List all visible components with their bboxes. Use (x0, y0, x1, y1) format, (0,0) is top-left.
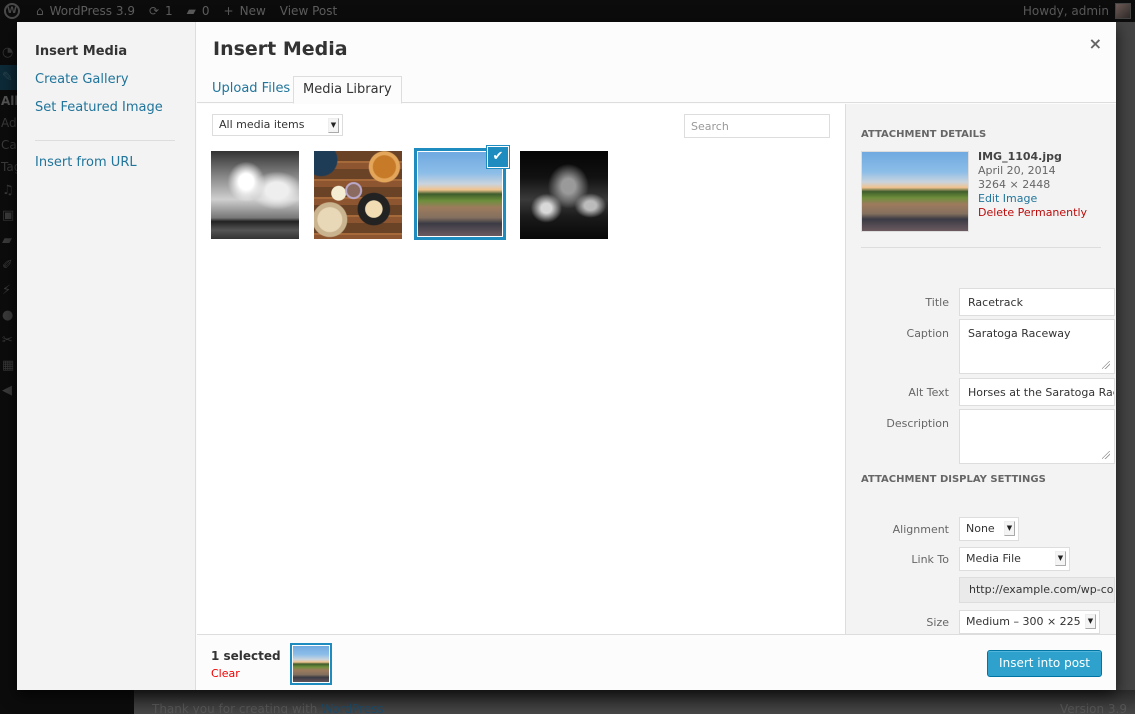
chevron-down-icon: ▼ (1004, 521, 1015, 536)
media-router-tabs: Upload Files Media Library (197, 76, 1116, 104)
background-overlay (1116, 22, 1135, 690)
alt-text-label: Alt Text (908, 386, 949, 399)
resize-grip-icon[interactable] (1102, 451, 1110, 459)
howdy-text: Howdy, admin (1022, 4, 1109, 18)
menu-separator (35, 140, 175, 141)
admin-submenu-item[interactable]: Tag (0, 156, 17, 178)
attachment-thumbnail[interactable] (314, 151, 402, 239)
caption-field[interactable]: Saratoga Raceway (959, 319, 1115, 374)
size-label: Size (926, 616, 949, 629)
check-icon[interactable]: ✔ (487, 146, 509, 168)
appearance-icon[interactable]: ✐ (0, 253, 17, 278)
admin-submenu-item[interactable]: Cat (0, 134, 17, 156)
admin-bar: W ⌂ WordPress 3.9 ⟳ 1 ▰ 0 + New View Post Ho… (0, 0, 1135, 22)
attachment-date: April 20, 2014 (978, 164, 1056, 177)
attachments-browser: All media items ▼ ✔ (197, 104, 845, 634)
media-toolbar: 1 selected Clear Insert into post (197, 634, 1116, 690)
new-content-link[interactable]: + New (224, 4, 266, 18)
media-frame-menu: Insert Media Create Gallery Set Featured… (17, 22, 196, 690)
selection-count: 1 selected (211, 649, 281, 663)
title-field[interactable]: Racetrack (959, 288, 1115, 316)
tools-icon[interactable]: ✂ (0, 328, 17, 353)
home-icon: ⌂ (36, 4, 44, 18)
attachment-filename: IMG_1104.jpg (978, 150, 1062, 163)
chevron-down-icon: ▼ (1055, 551, 1066, 566)
admin-footer: Thank you for creating with WordPress Ve… (134, 690, 1135, 714)
plugins-icon[interactable]: ⚡ (0, 278, 17, 303)
refresh-icon: ⟳ (148, 4, 160, 18)
media-icon[interactable]: ♫ (0, 178, 17, 203)
description-field[interactable] (959, 409, 1115, 464)
description-label: Description (886, 417, 949, 430)
link-to-select[interactable]: Media File ▼ (959, 547, 1070, 571)
attachment-thumbnail[interactable] (211, 151, 299, 239)
admin-menu: ◔ ✎ All Add Cat Tag ♫ ▣ ▰ ✐ ⚡ ● ✂ ▦ ◀ (0, 22, 17, 714)
edit-image-link[interactable]: Edit Image (978, 192, 1087, 206)
attachment-thumbnail[interactable] (520, 151, 608, 239)
insert-into-post-button[interactable]: Insert into post (987, 650, 1102, 677)
tab-upload-files[interactable]: Upload Files (203, 76, 299, 103)
clouds-image (211, 151, 299, 239)
media-filter-select[interactable]: All media items ▼ (212, 114, 343, 136)
insert-media-modal: Insert Media Create Gallery Set Featured… (17, 22, 1116, 690)
alignment-select[interactable]: None ▼ (959, 517, 1019, 541)
comment-icon: ▰ (186, 4, 196, 18)
admin-menu-bottom (17, 690, 134, 714)
footer-version: Version 3.9 (1059, 702, 1127, 714)
search-input[interactable] (684, 114, 830, 138)
plus-icon: + (223, 4, 234, 18)
my-account[interactable]: Howdy, admin (1023, 0, 1131, 22)
pages-icon[interactable]: ▣ (0, 203, 17, 228)
alt-text-field[interactable]: Horses at the Saratoga Race (959, 378, 1115, 406)
modal-title: Insert Media (213, 38, 348, 60)
collapse-icon[interactable]: ◀ (0, 378, 17, 403)
admin-submenu-item[interactable]: Add (0, 112, 17, 134)
chevron-down-icon: ▼ (328, 118, 339, 133)
alignment-label: Alignment (892, 523, 949, 536)
admin-submenu-item[interactable]: All (0, 90, 17, 112)
settings-icon[interactable]: ▦ (0, 353, 17, 378)
chevron-down-icon: ▼ (1085, 614, 1096, 629)
comments-link[interactable]: ▰ 0 (187, 4, 210, 18)
size-select[interactable]: Medium – 300 × 225 ▼ (959, 610, 1100, 634)
close-icon[interactable]: × (1089, 34, 1102, 53)
avatar (1115, 3, 1131, 19)
menu-item-insert-from-url[interactable]: Insert from URL (17, 155, 195, 183)
attachment-preview-image (861, 151, 969, 232)
selected-attachment-thumbnail[interactable] (290, 643, 332, 685)
tab-media-library[interactable]: Media Library (293, 76, 402, 104)
attachment-thumbnail-selected[interactable]: ✔ (414, 146, 509, 240)
footer-thanks: Thank you for creating with WordPress (152, 702, 384, 714)
caption-label: Caption (906, 327, 949, 340)
link-to-label: Link To (911, 553, 949, 566)
delete-permanently-link[interactable]: Delete Permanently (978, 206, 1087, 220)
attachment-details-heading: Attachment Details (861, 129, 987, 140)
attachment-sidebar: Attachment Details IMG_1104.jpg April 20… (845, 104, 1116, 634)
updates-link[interactable]: ⟳ 1 (149, 4, 173, 18)
posts-pin-icon[interactable]: ✎ (0, 65, 17, 90)
details-divider (861, 247, 1101, 248)
users-icon[interactable]: ● (0, 303, 17, 328)
menu-item-set-featured-image[interactable]: Set Featured Image (17, 100, 195, 128)
menu-item-create-gallery[interactable]: Create Gallery (17, 72, 195, 100)
menu-item-insert-media[interactable]: Insert Media (17, 44, 195, 72)
tea-table-image (314, 151, 402, 239)
wordpress-logo-icon[interactable]: W (4, 3, 20, 19)
comments-icon[interactable]: ▰ (0, 228, 17, 253)
title-label: Title (925, 296, 949, 309)
attachment-dimensions: 3264 × 2448 (978, 178, 1051, 191)
resize-grip-icon[interactable] (1102, 361, 1110, 369)
display-settings-heading: Attachment Display Settings (861, 474, 1046, 485)
dashboard-icon[interactable]: ◔ (0, 40, 17, 65)
night-building-image (520, 151, 608, 239)
attachment-info: IMG_1104.jpg April 20, 2014 3264 × 2448 … (978, 150, 1087, 220)
link-url-field[interactable]: http://example.com/wp-con (959, 577, 1115, 603)
view-post-link[interactable]: View Post (280, 4, 337, 18)
clear-selection-link[interactable]: Clear (211, 667, 240, 680)
wordpress-link[interactable]: WordPress (321, 702, 383, 714)
site-name-link[interactable]: ⌂ WordPress 3.9 (36, 4, 135, 18)
